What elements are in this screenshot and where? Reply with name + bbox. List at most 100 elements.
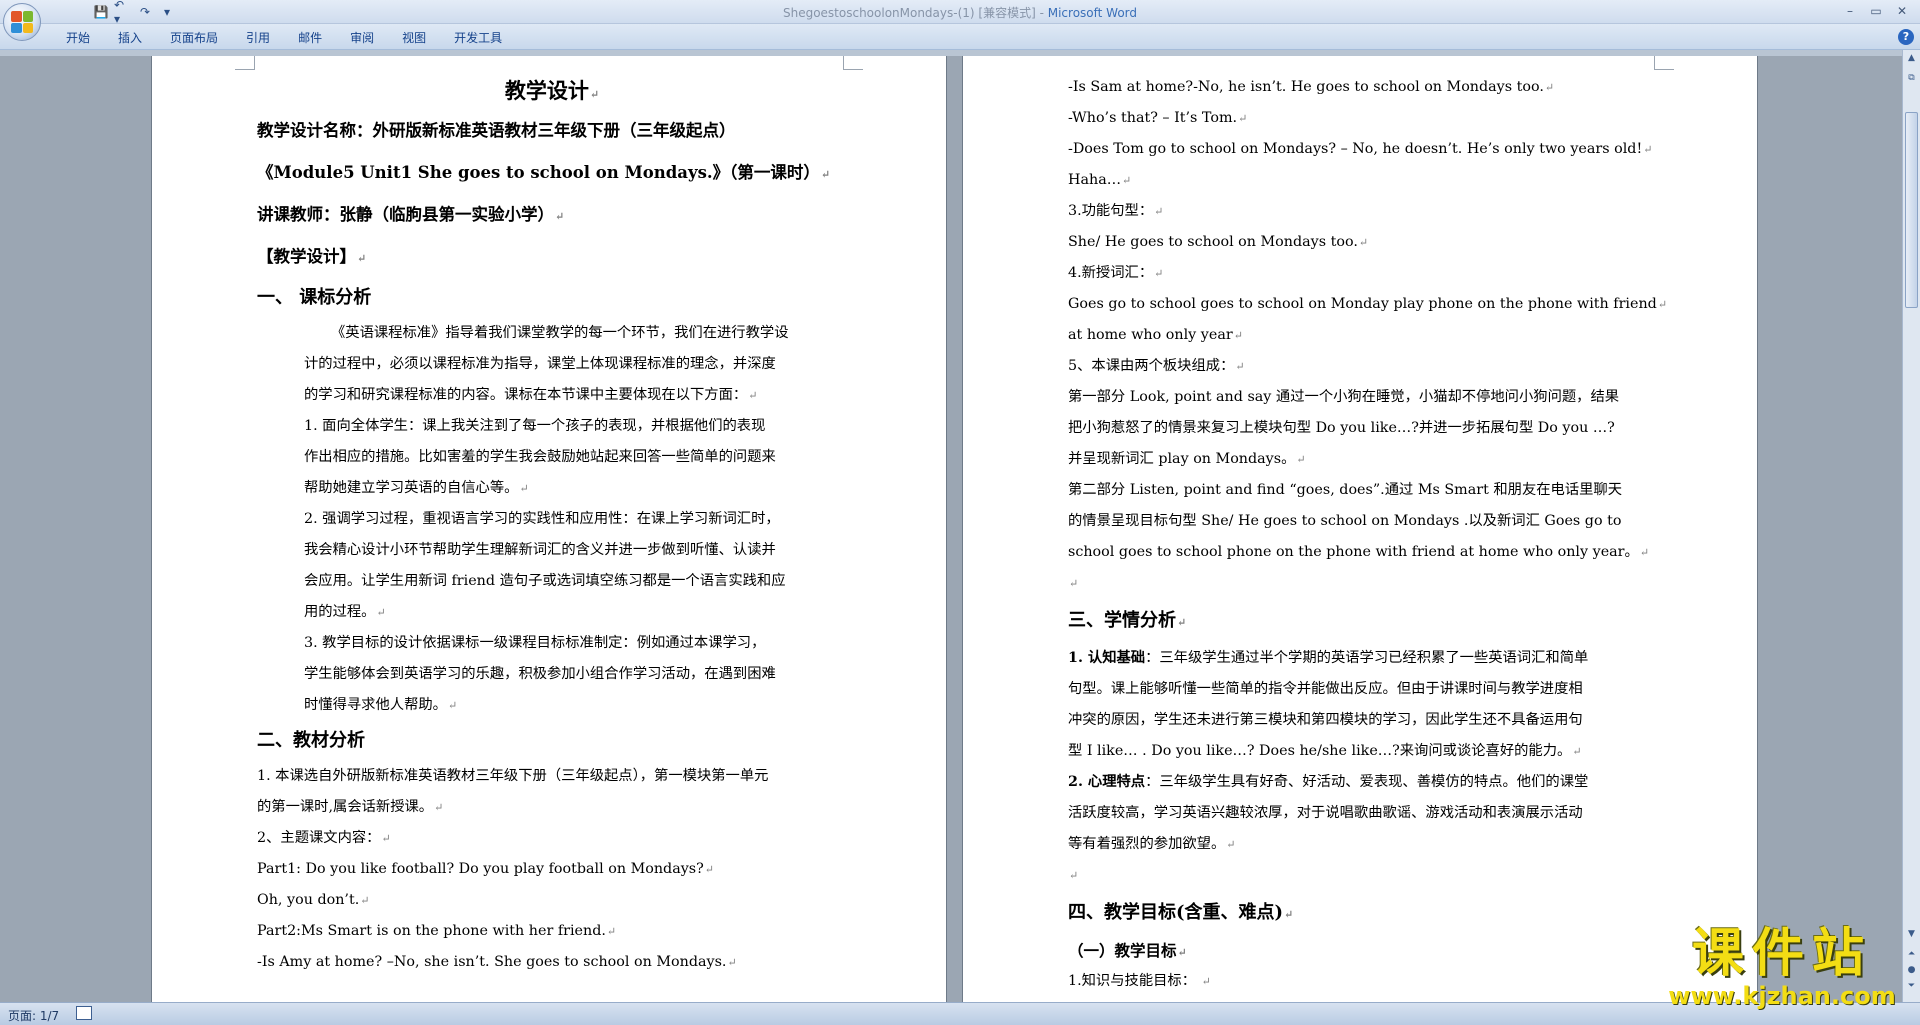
paragraph-line: Haha…↵ [1068, 172, 1132, 188]
curriculum-paragraph: 《英语课程标准》指导着我们课堂教学的每一个环节，我们在进行教学设 计的过程中，必… [257, 318, 847, 411]
paragraph-line: 2. 心理特点：三年级学生具有好奇、好活动、爱表现、善模仿的特点。他们的课堂 [1068, 774, 1589, 790]
paragraph-line: -Who’s that? – It’s Tom.↵ [1068, 110, 1248, 126]
page-1[interactable]: 教学设计↵ 教学设计名称：外研版新标准英语教材三年级下册（三年级起点） 《Mod… [152, 56, 946, 1002]
paragraph-line: 第一部分 Look, point and say 通过一个小狗在睡觉，小猫却不停… [1068, 389, 1620, 405]
paragraph-line: -Is Amy at home? –No, she isn’t. She goe… [257, 954, 737, 970]
margin-corner-mark [1654, 56, 1674, 70]
ribbon-tabs: 开始 插入 页面布局 引用 邮件 审阅 视图 开发工具 [52, 29, 516, 47]
list-item: 1. 面向全体学生：课上我关注到了每一个孩子的表现，并根据他们的表现 作出相应的… [257, 411, 847, 504]
document-title: ShegoestoschoolonMondays-(1) [兼容模式] - [782, 6, 1048, 20]
section-heading-4: 四、教学目标(含重、难点)↵ [1068, 902, 1294, 923]
empty-paragraph: ↵ [1069, 869, 1079, 882]
ribbon: 开始 插入 页面布局 引用 邮件 审阅 视图 开发工具 ? [0, 24, 1920, 50]
vertical-scrollbar[interactable]: ▲ ⧉ ▼ ⏶ ● ⏷ [1902, 50, 1920, 1002]
paragraph-line: 我会精心设计小环节帮助学生理解新词汇的含义并进一步做到听懂、认读并 [304, 542, 776, 558]
paragraph-line: 的第一课时,属会话新授课。↵ [257, 799, 444, 815]
window-title: ShegoestoschoolonMondays-(1) [兼容模式] - Mi… [0, 4, 1920, 21]
office-logo-icon [11, 11, 33, 33]
window-controls: – ▭ ✕ [1838, 2, 1914, 20]
margin-corner-mark [843, 56, 863, 70]
tab-references[interactable]: 引用 [232, 29, 284, 47]
paragraph-line: 用的过程。↵ [304, 604, 386, 620]
section-heading-2: 二、教材分析 [257, 730, 365, 751]
paragraph-line: Oh, you don’t.↵ [257, 892, 370, 908]
section-heading-1: 一、 课标分析 [257, 287, 372, 308]
view-ruler-icon[interactable]: ⧉ [1905, 72, 1918, 85]
paragraph-line: 1.知识与技能目标： ↵ [1068, 973, 1211, 989]
browse-object-icon[interactable]: ● [1905, 964, 1918, 977]
tab-insert[interactable]: 插入 [104, 29, 156, 47]
paragraph-line: 等有着强烈的参加欲望。↵ [1068, 836, 1236, 852]
page-1-content[interactable]: 教学设计↵ 教学设计名称：外研版新标准英语教材三年级下册（三年级起点） 《Mod… [257, 74, 847, 978]
paragraph-line: 帮助她建立学习英语的自信心等。↵ [304, 480, 529, 496]
paragraph-line: 句型。课上能够听懂一些简单的指令并能做出反应。但由于讲课时间与教学进度相 [1068, 681, 1583, 697]
minimize-button[interactable]: – [1838, 2, 1862, 20]
proofing-status-icon[interactable] [76, 1006, 92, 1020]
paragraph-line: 的学习和研究课程标准的内容。课标在本节课中主要体现在以下方面：↵ [304, 387, 758, 403]
section-heading-3: 三、学情分析↵ [1068, 610, 1187, 631]
watermark-text: 课件站 [1691, 924, 1872, 984]
application-name: Microsoft Word [1047, 6, 1138, 20]
list-item: 3. 教学目标的设计依据课标一级课程目标标准制定：例如通过本课学习， 学生能够体… [257, 628, 847, 721]
paragraph-line: She/ He goes to school on Mondays too.↵ [1068, 234, 1369, 250]
office-button[interactable] [3, 3, 41, 41]
tab-page-layout[interactable]: 页面布局 [156, 29, 232, 47]
watermark-url: www.kjzhan.com [1668, 982, 1896, 1010]
paragraph-line: 4.新授词汇：↵ [1068, 265, 1164, 281]
tab-mailings[interactable]: 邮件 [284, 29, 336, 47]
paragraph-line: 1. 本课选自外研版新标准英语教材三年级下册（三年级起点），第一模块第一单元 [257, 768, 769, 784]
tab-developer[interactable]: 开发工具 [440, 29, 516, 47]
paragraph-line: 《英语课程标准》指导着我们课堂教学的每一个环节，我们在进行教学设 [331, 325, 789, 341]
paragraph-line: 3. 教学目标的设计依据课标一级课程目标标准制定：例如通过本课学习， [304, 635, 766, 651]
tab-view[interactable]: 视图 [388, 29, 440, 47]
module-line: 《Module5 Unit1 She goes to school on Mon… [257, 163, 831, 182]
empty-paragraph: ↵ [1069, 577, 1079, 590]
paragraph-line: 1. 认知基础：三年级学生通过半个学期的英语学习已经积累了一些英语词汇和简单 [1068, 650, 1589, 666]
paragraph-line: 活跃度较高，学习英语兴趣较浓厚，对于说唱歌曲歌谣、游戏活动和表演展示活动 [1068, 805, 1583, 821]
list-item: 2. 强调学习过程，重视语言学习的实践性和应用性：在课上学习新词汇时， 我会精心… [257, 504, 847, 628]
paragraph-line: 时懂得寻求他人帮助。↵ [304, 697, 458, 713]
paragraph-line: 1. 面向全体学生：课上我关注到了每一个孩子的表现，并根据他们的表现 [304, 418, 766, 434]
paragraph-line: 冲突的原因，学生还未进行第三模块和第四模块的学习，因此学生还不具备运用句 [1068, 712, 1583, 728]
paragraph-line: 5、本课由两个板块组成：↵ [1068, 358, 1245, 374]
paragraph-line: -Is Sam at home?-No, he isn’t. He goes t… [1068, 79, 1555, 95]
maximize-button[interactable]: ▭ [1864, 2, 1888, 20]
title-bar: 💾 ↶ ▾ ↷ ▾ ShegoestoschoolonMondays-(1) [… [0, 0, 1920, 41]
status-bar: 页面: 1/7 [0, 1002, 1920, 1025]
page-2[interactable]: -Is Sam at home?-No, he isn’t. He goes t… [963, 56, 1757, 1002]
design-header: 【教学设计】↵ [257, 247, 367, 266]
paragraph-line: Part2:Ms Smart is on the phone with her … [257, 923, 617, 939]
close-button[interactable]: ✕ [1890, 2, 1914, 20]
paragraph-line: 型 I like… . Do you like…? Does he/she li… [1068, 743, 1582, 759]
margin-corner-mark [235, 56, 255, 70]
document-workspace[interactable]: 教学设计↵ 教学设计名称：外研版新标准英语教材三年级下册（三年级起点） 《Mod… [0, 56, 1902, 1002]
paragraph-line: 2. 强调学习过程，重视语言学习的实践性和应用性：在课上学习新词汇时， [304, 511, 780, 527]
watermark-logo: 课件站 www.kjzhan.com [1662, 925, 1902, 1009]
subheading: （一）教学目标↵ [1068, 941, 1187, 960]
paragraph-line: 3.功能句型：↵ [1068, 203, 1164, 219]
tab-review[interactable]: 审阅 [336, 29, 388, 47]
design-name-line: 教学设计名称：外研版新标准英语教材三年级下册（三年级起点） [257, 121, 736, 140]
teacher-line: 讲课教师：张静（临朐县第一实验小学）↵ [257, 205, 565, 224]
previous-page-icon[interactable]: ⏶ [1905, 948, 1918, 961]
paragraph-line: 会应用。让学生用新词 friend 造句子或选词填空练习都是一个语言实践和应 [304, 573, 786, 589]
scroll-down-arrow-icon[interactable]: ▼ [1905, 928, 1918, 941]
tab-home[interactable]: 开始 [52, 29, 104, 47]
paragraph-line: school goes to school phone on the phone… [1068, 544, 1650, 560]
paragraph-line: 2、主题课文内容：↵ [257, 830, 391, 846]
paragraph-line: -Does Tom go to school on Mondays? – No,… [1068, 141, 1653, 157]
help-icon[interactable]: ? [1898, 29, 1914, 45]
scroll-up-arrow-icon[interactable]: ▲ [1905, 52, 1918, 65]
page-2-content[interactable]: -Is Sam at home?-No, he isn’t. He goes t… [1068, 72, 1667, 997]
paragraph-line: Part1: Do you like football? Do you play… [257, 861, 715, 877]
scrollbar-thumb[interactable] [1905, 112, 1918, 308]
paragraph-line: 的情景呈现目标句型 She/ He goes to school on Mond… [1068, 513, 1622, 529]
paragraph-line: at home who only year↵ [1068, 327, 1243, 343]
paragraph-line: 并呈现新词汇 play on Mondays。↵ [1068, 451, 1306, 467]
next-page-icon[interactable]: ⏷ [1905, 980, 1918, 993]
paragraph-line: 第二部分 Listen, point and find “goes, does”… [1068, 482, 1623, 498]
page-count-status[interactable]: 页面: 1/7 [8, 1007, 59, 1024]
paragraph-line: 学生能够体会到英语学习的乐趣，积极参加小组合作学习活动，在遇到困难 [304, 666, 776, 682]
document-title-heading: 教学设计↵ [504, 78, 600, 103]
paragraph-line: 把小狗惹怒了的情景来复习上模块句型 Do you like…?并进一步拓展句型 … [1068, 420, 1615, 436]
